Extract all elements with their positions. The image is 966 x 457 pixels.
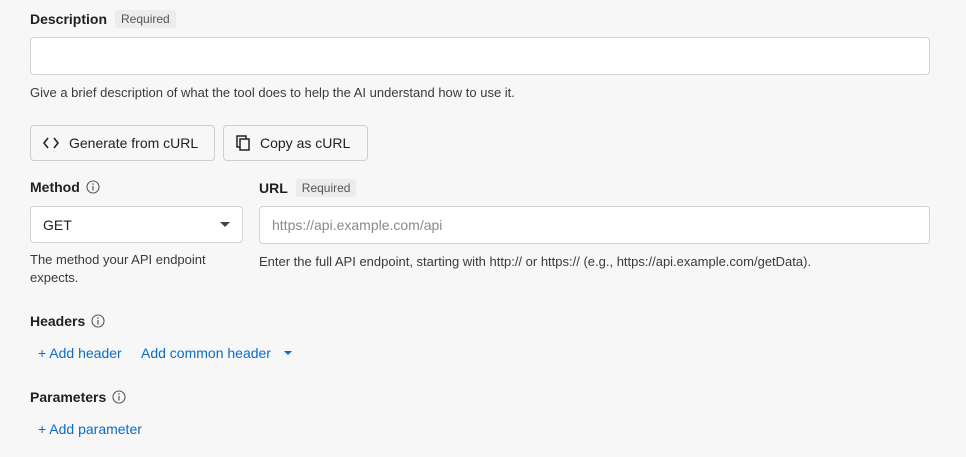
- copy-as-curl-button[interactable]: Copy as cURL: [223, 125, 368, 161]
- method-label-row: Method: [30, 179, 100, 195]
- method-helper: The method your API endpoint expects.: [30, 252, 206, 285]
- description-required-badge: Required: [115, 10, 176, 28]
- add-common-header-dropdown[interactable]: Add common header: [141, 345, 292, 361]
- info-icon[interactable]: [91, 314, 105, 328]
- method-select[interactable]: GET: [30, 206, 243, 243]
- url-required-badge: Required: [295, 179, 357, 197]
- url-helper: Enter the full API endpoint, starting wi…: [259, 254, 812, 269]
- add-common-header-label: Add common header: [141, 345, 271, 361]
- parameters-label: Parameters: [30, 389, 107, 405]
- copy-as-curl-label: Copy as cURL: [260, 135, 351, 151]
- chevron-down-icon: [220, 222, 230, 227]
- description-input[interactable]: [30, 37, 930, 75]
- url-label: URL: [259, 180, 288, 196]
- url-label-row: URL Required: [259, 179, 357, 197]
- method-label: Method: [30, 179, 80, 195]
- generate-from-curl-label: Generate from cURL: [69, 135, 199, 151]
- info-icon[interactable]: [86, 180, 100, 194]
- url-input[interactable]: [259, 206, 930, 244]
- parameters-label-row: Parameters: [30, 389, 126, 405]
- description-label-row: Description Required: [30, 10, 176, 28]
- headers-label-row: Headers: [30, 313, 105, 329]
- info-icon[interactable]: [112, 390, 126, 404]
- headers-label: Headers: [30, 313, 86, 329]
- add-parameter-button[interactable]: + Add parameter: [38, 421, 142, 437]
- code-icon: [43, 137, 59, 149]
- method-selected-value: GET: [43, 216, 72, 233]
- chevron-down-icon: [283, 351, 292, 355]
- description-label: Description: [30, 11, 108, 27]
- add-header-button[interactable]: + Add header: [38, 345, 122, 361]
- generate-from-curl-button[interactable]: Generate from cURL: [30, 125, 215, 161]
- description-helper: Give a brief description of what the too…: [30, 85, 515, 100]
- copy-icon: [236, 135, 250, 151]
- tool-form: Description Required Give a brief descri…: [0, 0, 966, 457]
